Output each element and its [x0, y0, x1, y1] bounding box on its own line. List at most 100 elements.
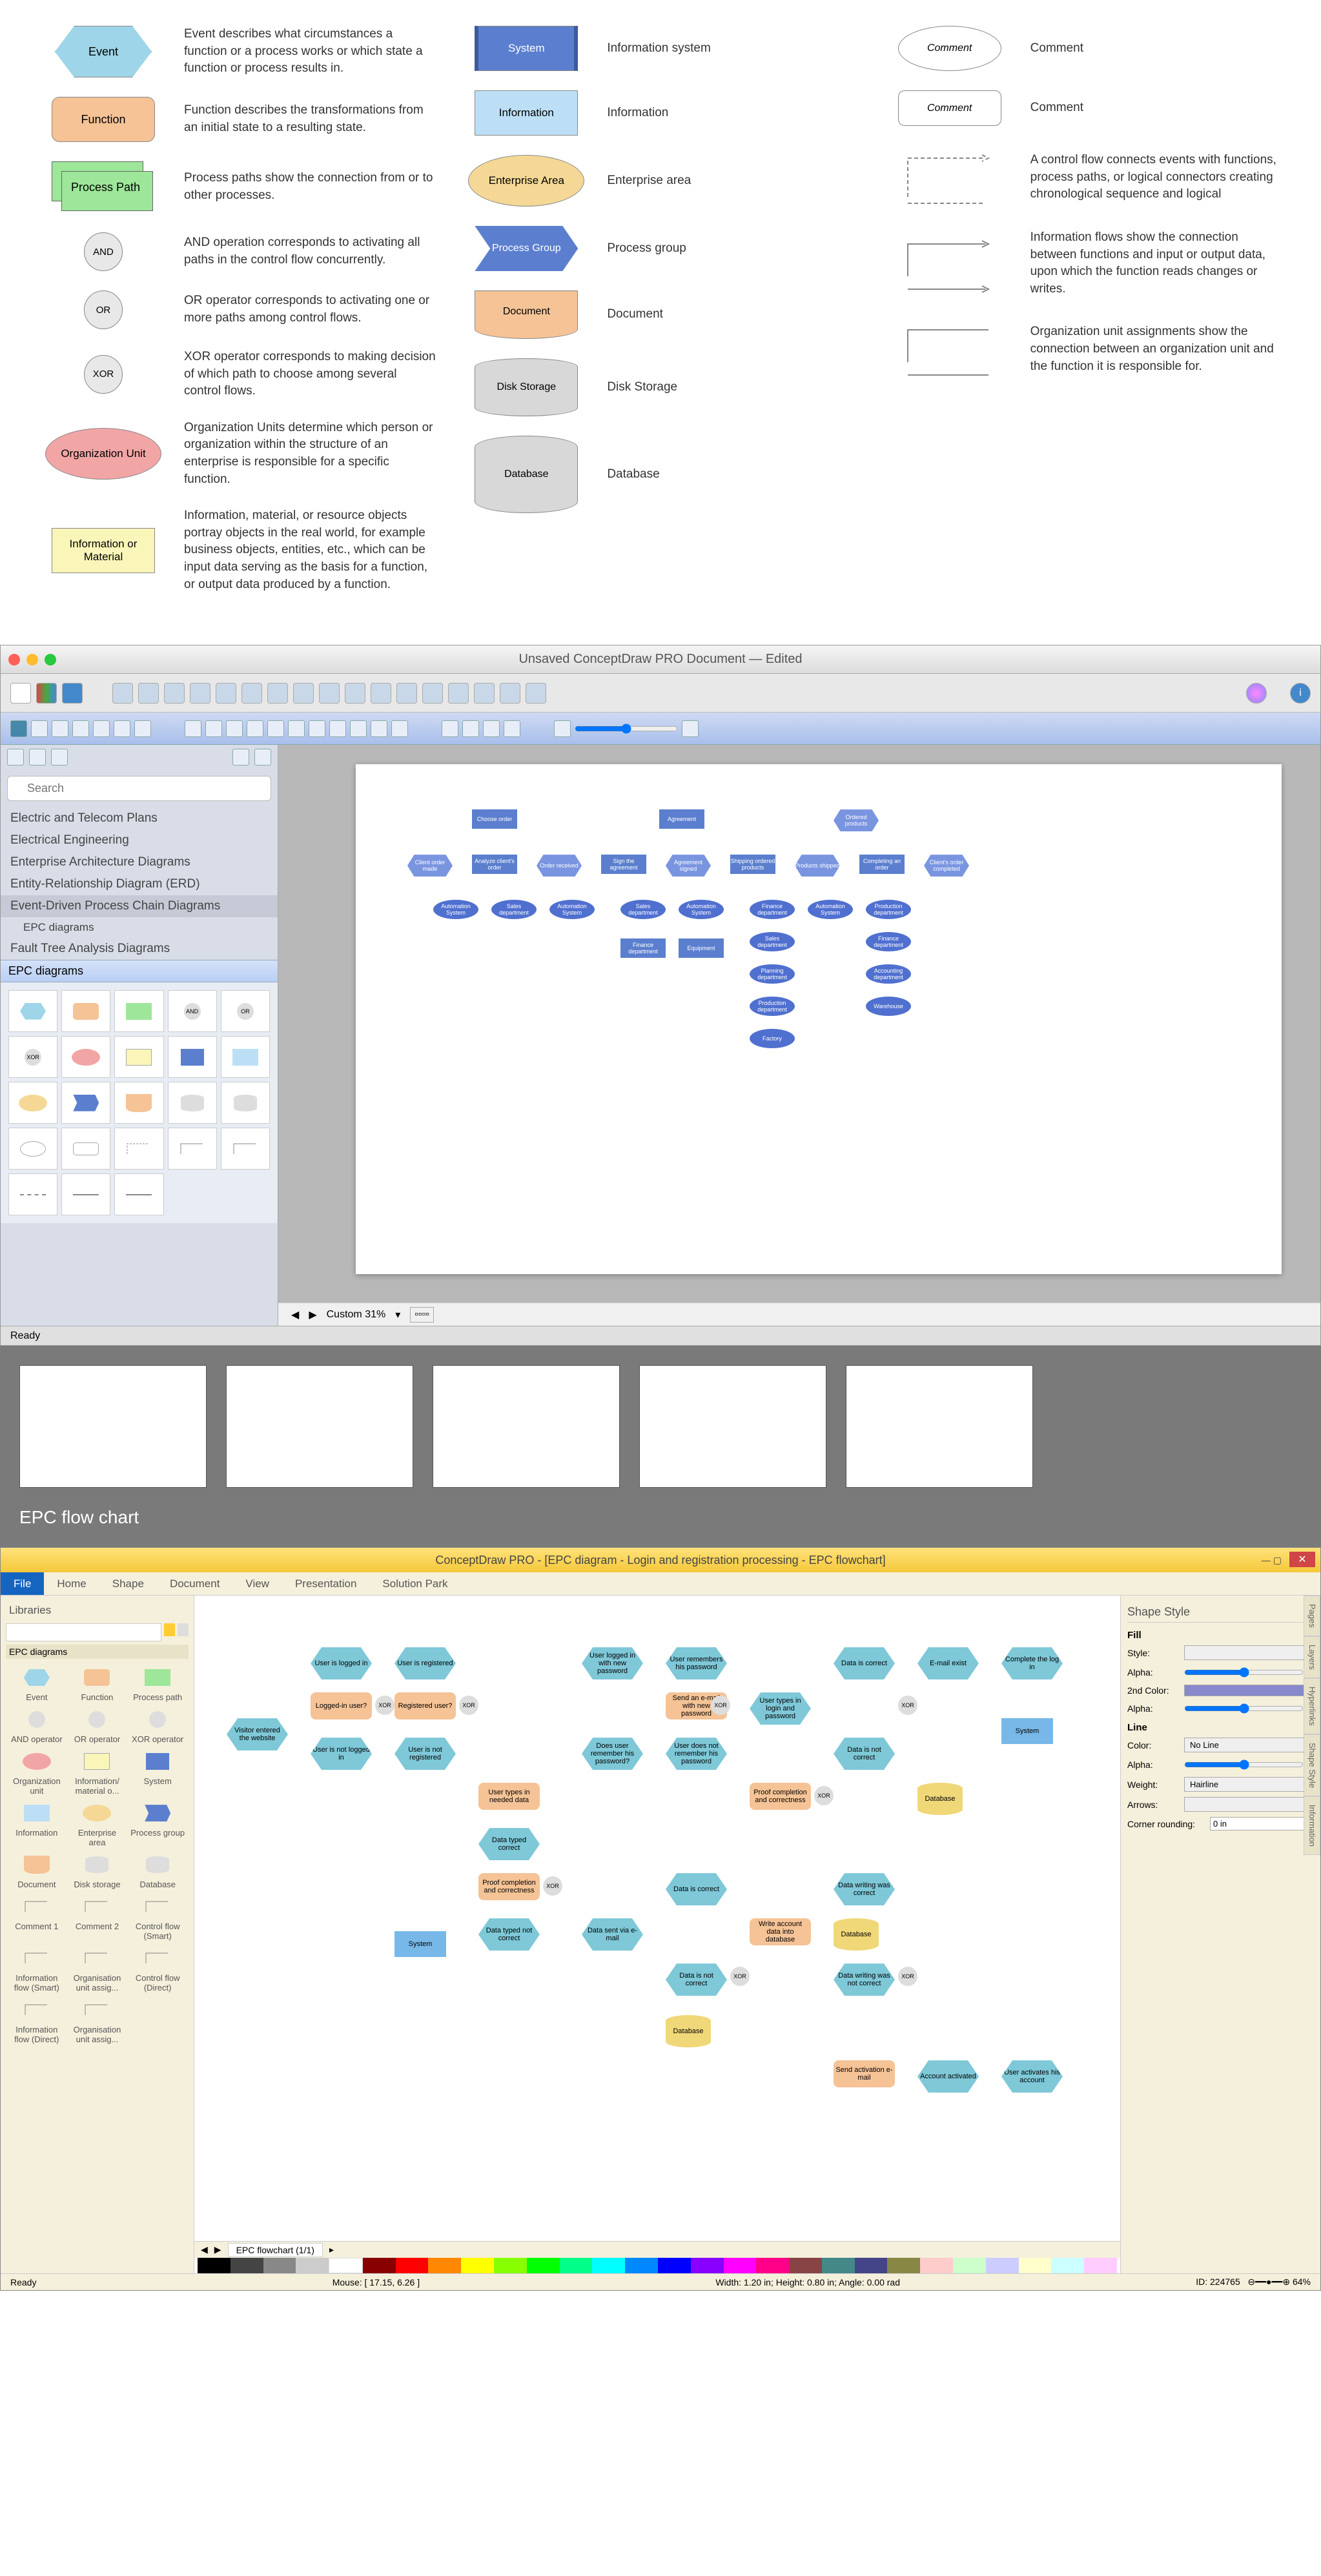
- tb2-eyedropper[interactable]: [504, 720, 520, 737]
- tb2-icon[interactable]: [31, 720, 48, 737]
- alpha2-slider[interactable]: [1184, 1701, 1304, 1716]
- fc-operator[interactable]: XOR: [730, 1967, 750, 1986]
- fc-function[interactable]: User types in needed data: [478, 1783, 540, 1810]
- fc-operator[interactable]: XOR: [459, 1696, 478, 1715]
- fc-operator[interactable]: XOR: [898, 1696, 917, 1715]
- ribbon-document[interactable]: Document: [157, 1572, 232, 1595]
- fc-event[interactable]: Data is correct: [834, 1647, 895, 1679]
- win-close-button[interactable]: ✕: [1289, 1552, 1315, 1567]
- tb-icon[interactable]: [267, 683, 288, 704]
- zoom-slider[interactable]: [575, 724, 678, 734]
- palette-system[interactable]: System: [130, 1749, 185, 1796]
- tb2-icon[interactable]: [391, 720, 408, 737]
- fc-event[interactable]: Data is not correct: [834, 1738, 895, 1770]
- thumbnail-2[interactable]: [226, 1365, 413, 1488]
- vtab-information[interactable]: Information: [1304, 1796, 1320, 1855]
- tab-add[interactable]: ▸: [329, 2244, 334, 2255]
- tb2-zoom-in-icon[interactable]: [682, 720, 699, 737]
- fc-function[interactable]: Registered user?: [394, 1692, 456, 1719]
- palette-event[interactable]: [8, 990, 57, 1032]
- fc-database[interactable]: Database: [666, 2015, 711, 2047]
- line-alpha-slider[interactable]: [1184, 1758, 1304, 1772]
- palette-comment-[interactable]: Comment 1: [9, 1894, 65, 1941]
- palette-information[interactable]: Information: [9, 1801, 65, 1847]
- tb-icon[interactable]: [500, 683, 520, 704]
- palette-comment2[interactable]: [61, 1128, 110, 1170]
- palette-organization-unit[interactable]: Organization unit: [9, 1749, 65, 1796]
- tb2-zoom-fit[interactable]: [462, 720, 479, 737]
- color2-swatch[interactable]: [1184, 1685, 1314, 1696]
- tb-icon[interactable]: [422, 683, 443, 704]
- tb2-zoom-out-icon[interactable]: [554, 720, 571, 737]
- tb2-icon[interactable]: [114, 720, 130, 737]
- sb-search-icon[interactable]: [254, 749, 271, 766]
- fc-operator[interactable]: XOR: [375, 1696, 394, 1715]
- color-strip[interactable]: [198, 2258, 1117, 2273]
- fc-event[interactable]: E-mail exist: [917, 1647, 979, 1679]
- palette-disk-storage[interactable]: Disk storage: [70, 1852, 125, 1889]
- tb2-icon[interactable]: [72, 720, 89, 737]
- palette-flow2[interactable]: [168, 1128, 217, 1170]
- lib-category[interactable]: EPC diagrams: [6, 1645, 189, 1659]
- fc-database[interactable]: Database: [834, 1918, 879, 1951]
- palette-xor[interactable]: XOR: [8, 1036, 57, 1078]
- palette-function[interactable]: [61, 990, 110, 1032]
- fc-operator[interactable]: XOR: [711, 1696, 730, 1715]
- tb2-icon[interactable]: [371, 720, 387, 737]
- fc-operator[interactable]: XOR: [814, 1786, 834, 1805]
- zoom-out[interactable]: ⊖: [1247, 2277, 1255, 2287]
- fc-system[interactable]: System: [394, 1931, 446, 1957]
- palette-organisation-unit-assig-[interactable]: Organisation unit assig...: [70, 1946, 125, 1993]
- tree-item[interactable]: Electric and Telecom Plans: [1, 807, 278, 829]
- arrows-select[interactable]: [1184, 1797, 1314, 1812]
- palette-flow6[interactable]: [114, 1173, 163, 1215]
- tb2-pointer[interactable]: [10, 720, 27, 737]
- tb2-icon[interactable]: [247, 720, 263, 737]
- tb-color-wheel[interactable]: [1246, 683, 1267, 704]
- tb-icon[interactable]: [293, 683, 314, 704]
- palette-or-operator[interactable]: OR operator: [70, 1707, 125, 1744]
- tree-item-active[interactable]: Event-Driven Process Chain Diagrams: [1, 895, 278, 917]
- tb-icon[interactable]: [190, 683, 210, 704]
- tb-save[interactable]: [62, 683, 83, 704]
- palette-process-group[interactable]: Process group: [130, 1801, 185, 1847]
- tb2-icon[interactable]: [52, 720, 68, 737]
- fc-event[interactable]: Data writing was not correct: [834, 1963, 895, 1996]
- tb2-icon[interactable]: [329, 720, 346, 737]
- color-select[interactable]: No Line: [1184, 1738, 1314, 1752]
- tb-icon[interactable]: [448, 683, 469, 704]
- palette-processgroup[interactable]: [61, 1082, 110, 1124]
- fc-event[interactable]: User is logged in: [311, 1647, 372, 1679]
- tb2-zoom-in[interactable]: [442, 720, 458, 737]
- tb2-icon[interactable]: [288, 720, 305, 737]
- maximize-button[interactable]: [45, 654, 56, 665]
- palette-event[interactable]: Event: [9, 1665, 65, 1702]
- tb-icon[interactable]: [138, 683, 159, 704]
- zoom-dropdown[interactable]: ▾: [395, 1308, 400, 1321]
- thumbnail-3[interactable]: [433, 1365, 620, 1488]
- palette-database[interactable]: [221, 1082, 270, 1124]
- palette-information-material-o-[interactable]: Information/ material o...: [70, 1749, 125, 1796]
- fc-event[interactable]: Data typed correct: [478, 1828, 540, 1860]
- page-nav-next[interactable]: ▶: [309, 1308, 316, 1321]
- close-button[interactable]: [8, 654, 20, 665]
- fc-event[interactable]: Account activated: [917, 2060, 979, 2093]
- palette-and-operator[interactable]: AND operator: [9, 1707, 65, 1744]
- canvas[interactable]: Choose order Agreement Ordered products …: [278, 745, 1320, 1326]
- zoom-in[interactable]: ⊕: [1282, 2277, 1290, 2287]
- tb2-icon[interactable]: [205, 720, 222, 737]
- palette-orgunit[interactable]: [61, 1036, 110, 1078]
- vtab-layers[interactable]: Layers: [1304, 1636, 1320, 1678]
- ribbon-home[interactable]: Home: [44, 1572, 99, 1595]
- win-title-bar[interactable]: ConceptDraw PRO - [EPC diagram - Login a…: [1, 1548, 1320, 1572]
- corner-input[interactable]: [1210, 1817, 1314, 1831]
- tb-icon[interactable]: [241, 683, 262, 704]
- fc-event[interactable]: User is not registered: [394, 1738, 456, 1770]
- tb-icon[interactable]: [396, 683, 417, 704]
- fc-operator[interactable]: XOR: [898, 1967, 917, 1986]
- palette-control-flow-smart-[interactable]: Control flow (Smart): [130, 1894, 185, 1941]
- thumbnail-4[interactable]: [639, 1365, 826, 1488]
- tb2-icon[interactable]: [134, 720, 151, 737]
- palette-document[interactable]: [114, 1082, 163, 1124]
- tb2-icon[interactable]: [309, 720, 325, 737]
